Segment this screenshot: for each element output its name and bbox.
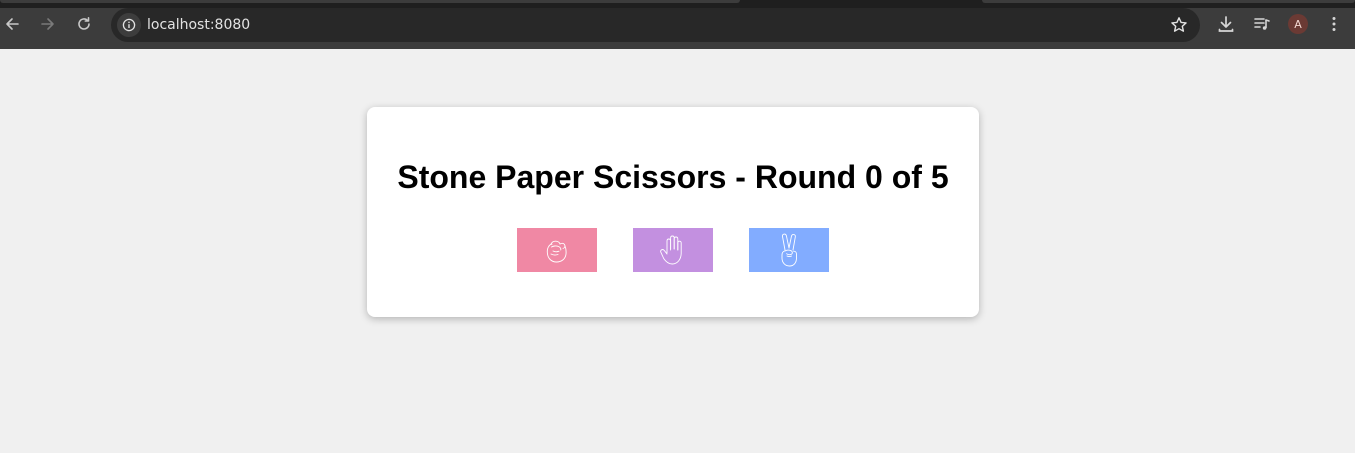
paper-button[interactable]	[633, 228, 713, 272]
back-button[interactable]	[0, 12, 24, 36]
tab-edge[interactable]	[0, 0, 740, 3]
stone-button[interactable]	[517, 228, 597, 272]
forward-arrow-icon	[41, 18, 54, 30]
downloads-button[interactable]	[1214, 12, 1238, 36]
peace-hand-icon	[781, 233, 797, 267]
download-icon	[1218, 16, 1234, 32]
back-arrow-icon	[6, 18, 19, 30]
star-icon[interactable]	[1170, 16, 1188, 34]
profile-avatar[interactable]: A	[1288, 14, 1308, 34]
tab-strip	[0, 0, 1355, 8]
media-control-button[interactable]	[1250, 12, 1274, 36]
site-info-button[interactable]	[117, 13, 141, 37]
scissors-button[interactable]	[749, 228, 829, 272]
reload-icon	[78, 17, 90, 30]
game-title: Stone Paper Scissors - Round 0 of 5	[397, 159, 949, 195]
open-hand-icon	[660, 235, 682, 265]
url-text[interactable]: localhost:8080	[147, 17, 250, 33]
browser-toolbar: localhost:8080 A	[0, 0, 1355, 49]
info-icon	[122, 18, 136, 32]
media-queue-icon	[1254, 18, 1270, 30]
tab-edge[interactable]	[982, 0, 1355, 3]
forward-button[interactable]	[36, 12, 60, 36]
game-card: Stone Paper Scissors - Round 0 of 5	[367, 107, 979, 317]
reload-button[interactable]	[72, 12, 96, 36]
browser-menu-button[interactable]	[1322, 12, 1346, 36]
kebab-menu-icon	[1332, 17, 1336, 31]
fist-icon	[546, 240, 567, 263]
address-bar[interactable]: localhost:8080	[111, 8, 1200, 42]
